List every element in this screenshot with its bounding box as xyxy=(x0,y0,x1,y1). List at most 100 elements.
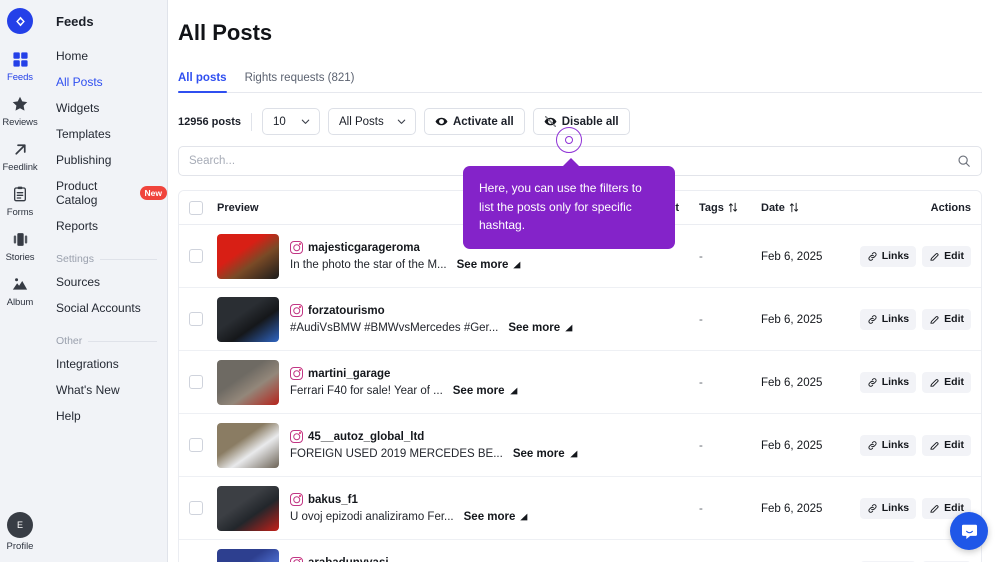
rail-item-reviews[interactable]: Reviews xyxy=(0,93,40,128)
sidebar-item-integrations[interactable]: Integrations xyxy=(40,351,167,377)
post-thumbnail[interactable] xyxy=(217,485,279,531)
sidebar-label-social-accounts: Social Accounts xyxy=(56,301,141,315)
tab-label-rights-requests: Rights requests (821) xyxy=(244,72,355,84)
header-date[interactable]: Date xyxy=(761,202,853,214)
post-author[interactable]: bakus_f1 xyxy=(290,493,529,506)
external-link-icon xyxy=(509,386,519,396)
rail-profile[interactable]: E Profile xyxy=(0,512,40,552)
instagram-icon xyxy=(290,304,303,317)
page-size-select[interactable]: 10 xyxy=(261,108,320,135)
see-more-button[interactable]: See more xyxy=(513,448,579,460)
see-more-label: See more xyxy=(456,259,509,271)
table-row[interactable]: martini_garage Ferrari F40 for sale! Yea… xyxy=(179,351,981,414)
tags-cell: - xyxy=(699,499,761,517)
sidebar-item-publishing[interactable]: Publishing xyxy=(40,147,167,173)
post-author[interactable]: 45__autoz_global_ltd xyxy=(290,430,579,443)
rail-item-forms[interactable]: Forms xyxy=(0,183,40,218)
sidebar-item-templates[interactable]: Templates xyxy=(40,121,167,147)
sidebar-item-sources[interactable]: Sources xyxy=(40,269,167,295)
date-value: Feb 6, 2025 xyxy=(761,314,823,326)
row-checkbox[interactable] xyxy=(189,501,203,515)
edit-icon xyxy=(929,314,940,325)
post-thumbnail[interactable] xyxy=(217,549,279,562)
rail-item-feeds[interactable]: Feeds xyxy=(0,48,40,83)
edit-button[interactable]: Edit xyxy=(922,308,971,330)
rail-label-stories: Stories xyxy=(5,252,35,263)
profile-label: Profile xyxy=(6,541,34,552)
sidebar-item-social-accounts[interactable]: Social Accounts xyxy=(40,295,167,321)
external-link-icon xyxy=(512,260,522,270)
edit-label: Edit xyxy=(944,376,964,388)
row-checkbox[interactable] xyxy=(189,438,203,452)
search-icon[interactable] xyxy=(957,154,971,168)
preview-cell: 45__autoz_global_ltd FOREIGN USED 2019 M… xyxy=(217,422,599,468)
image-mountain-icon xyxy=(11,273,29,295)
intercom-chat-button[interactable] xyxy=(950,512,988,550)
links-button[interactable]: Links xyxy=(859,434,917,456)
sidebar-item-product-catalog[interactable]: Product Catalog New xyxy=(40,173,167,213)
see-more-button[interactable]: See more xyxy=(464,511,530,523)
actions-cell: Links Edit xyxy=(853,497,971,519)
actions-cell: Links Edit xyxy=(853,308,971,330)
post-snippet: U ovoj epizodi analiziramo Fer... xyxy=(290,511,454,523)
instagram-icon xyxy=(290,430,303,443)
row-checkbox[interactable] xyxy=(189,312,203,326)
row-checkbox[interactable] xyxy=(189,375,203,389)
links-button[interactable]: Links xyxy=(859,245,917,267)
tab-all-posts[interactable]: All posts xyxy=(178,72,227,93)
select-all-checkbox[interactable] xyxy=(189,200,203,215)
post-thumbnail[interactable] xyxy=(217,296,279,342)
links-button[interactable]: Links xyxy=(859,308,917,330)
see-more-button[interactable]: See more xyxy=(508,322,574,334)
header-tags[interactable]: Tags xyxy=(699,202,761,214)
sidebar-nav: Feeds Home All Posts Widgets Templates P… xyxy=(40,0,168,562)
edit-button[interactable]: Edit xyxy=(922,371,971,393)
links-button[interactable]: Links xyxy=(859,497,917,519)
table-row[interactable]: 45__autoz_global_ltd FOREIGN USED 2019 M… xyxy=(179,414,981,477)
sidebar-item-help[interactable]: Help xyxy=(40,403,167,429)
post-author[interactable]: arabadunyvasi xyxy=(290,556,389,562)
elfsight-logo[interactable] xyxy=(7,8,33,34)
tags-cell: - xyxy=(699,247,761,265)
sort-icon[interactable] xyxy=(728,202,738,213)
tab-rights-requests[interactable]: Rights requests (821) xyxy=(245,72,355,92)
actions-cell: Links Edit xyxy=(853,371,971,393)
post-author[interactable]: martini_garage xyxy=(290,367,519,380)
table-row[interactable]: forzatourismo #AudiVsBMW #BMWvsMercedes … xyxy=(179,288,981,351)
page-title: All Posts xyxy=(178,20,273,45)
edit-button[interactable]: Edit xyxy=(922,434,971,456)
rail-item-album[interactable]: Album xyxy=(0,273,40,308)
sidebar-item-all-posts[interactable]: All Posts xyxy=(40,69,167,95)
edit-button[interactable]: Edit xyxy=(922,245,971,267)
post-thumbnail[interactable] xyxy=(217,359,279,405)
post-snippet-row: In the photo the star of the M... See mo… xyxy=(290,259,522,271)
tags-cell: - xyxy=(699,373,761,391)
posts-filter-select[interactable]: All Posts xyxy=(327,108,416,135)
avatar[interactable]: E xyxy=(7,512,33,538)
links-button[interactable]: Links xyxy=(859,371,917,393)
sidebar-section-label-other: Other xyxy=(56,335,83,347)
sidebar-item-home[interactable]: Home xyxy=(40,43,167,69)
post-meta: martini_garage Ferrari F40 for sale! Yea… xyxy=(290,367,519,397)
table-row[interactable]: bakus_f1 U ovoj epizodi analiziramo Fer.… xyxy=(179,477,981,540)
table-row[interactable]: arabadunyvasi See more xyxy=(179,540,981,562)
sort-icon[interactable] xyxy=(789,202,799,213)
post-thumbnail[interactable] xyxy=(217,233,279,279)
post-username: martini_garage xyxy=(308,367,391,380)
post-thumbnail[interactable] xyxy=(217,422,279,468)
rail-item-feedlink[interactable]: Feedlink xyxy=(0,138,40,173)
sidebar-label-reports: Reports xyxy=(56,219,99,233)
disable-all-button[interactable]: Disable all xyxy=(532,108,630,135)
see-more-button[interactable]: See more xyxy=(457,259,523,271)
sidebar-label-publishing: Publishing xyxy=(56,153,112,167)
post-username: arabadunyvasi xyxy=(308,557,389,562)
rail-item-stories[interactable]: Stories xyxy=(0,228,40,263)
see-more-button[interactable]: See more xyxy=(453,385,519,397)
sidebar-item-reports[interactable]: Reports xyxy=(40,213,167,239)
post-author[interactable]: forzatourismo xyxy=(290,304,574,317)
header-date-label: Date xyxy=(761,201,785,214)
sidebar-item-whats-new[interactable]: What's New xyxy=(40,377,167,403)
sidebar-item-widgets[interactable]: Widgets xyxy=(40,95,167,121)
activate-all-button[interactable]: Activate all xyxy=(423,108,525,135)
row-checkbox[interactable] xyxy=(189,249,203,263)
